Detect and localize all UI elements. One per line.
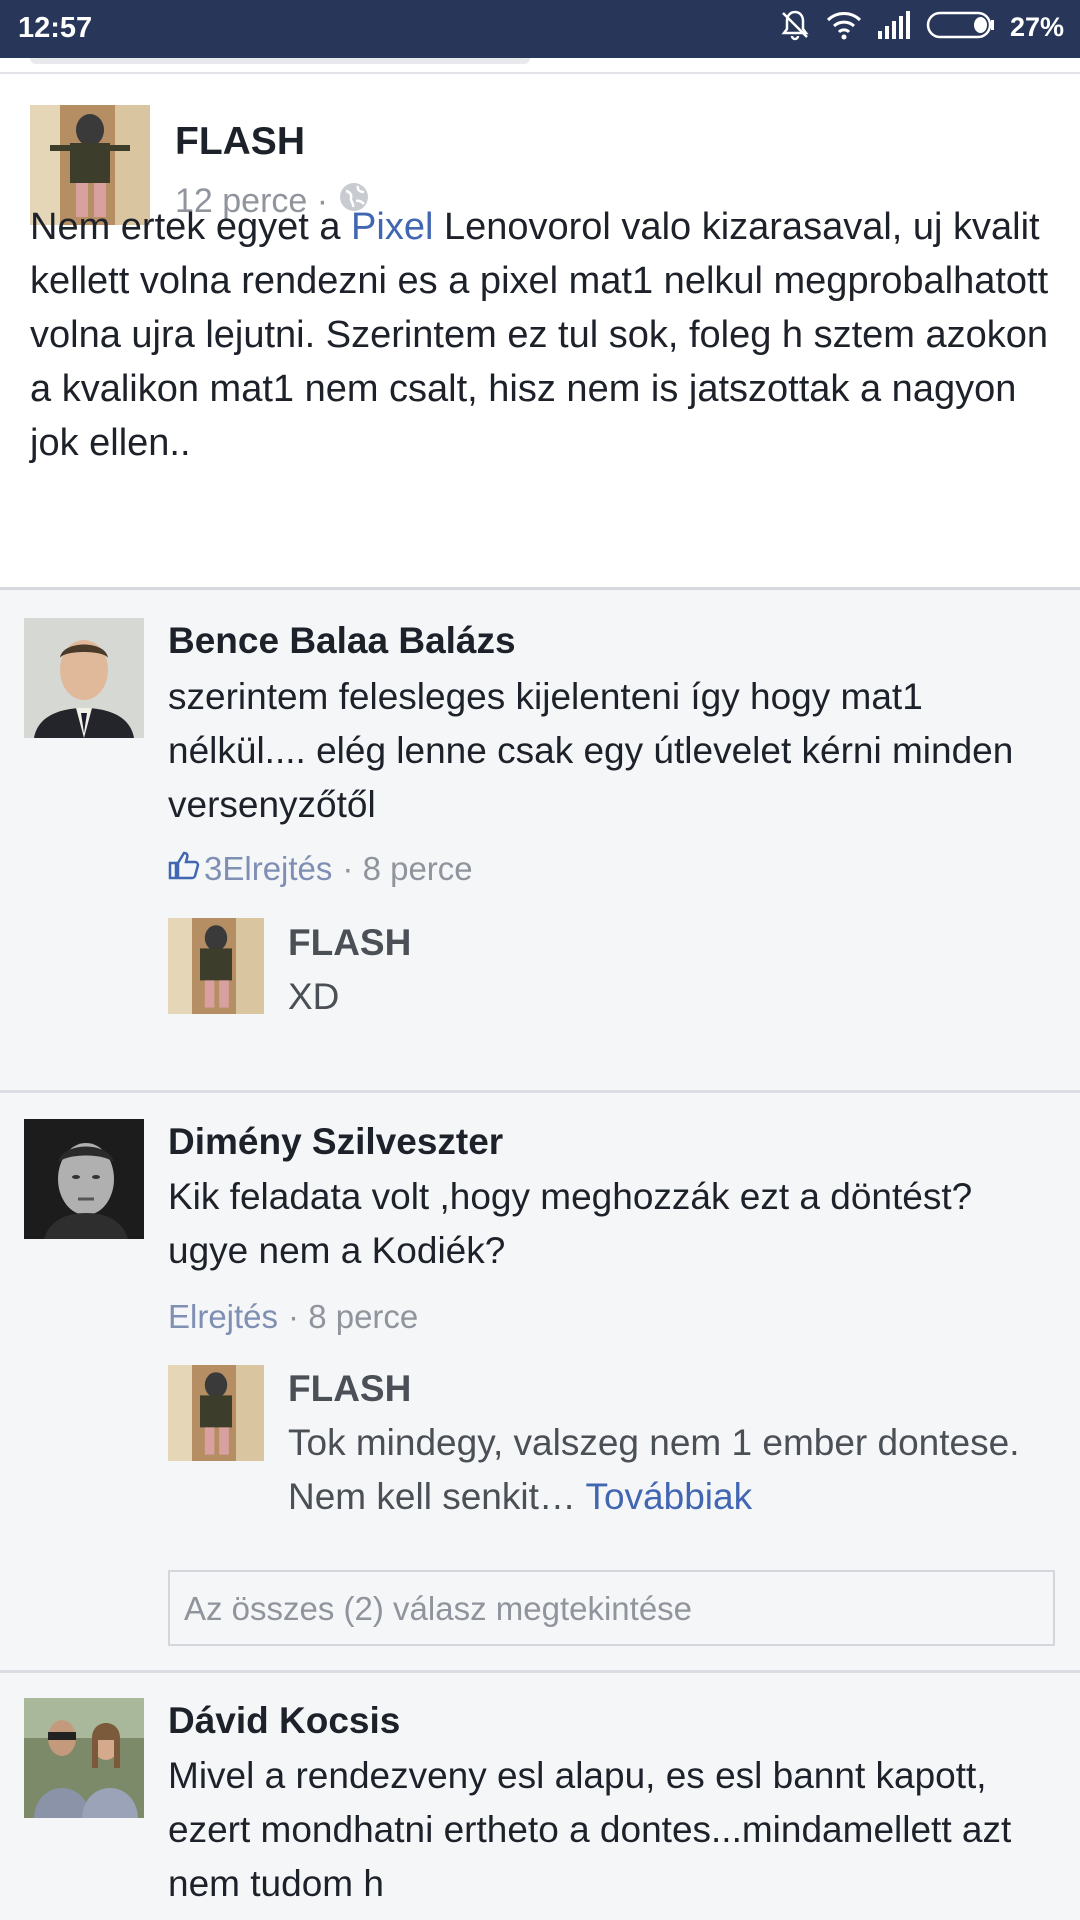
thumbs-up-icon[interactable] bbox=[168, 850, 200, 888]
post-text: Nem ertek egyet a Pixel Lenovorol valo k… bbox=[30, 200, 1060, 470]
mention-link[interactable]: Pixel bbox=[351, 206, 433, 248]
comment-avatar[interactable] bbox=[24, 618, 144, 738]
post-author[interactable]: FLASH bbox=[175, 120, 305, 164]
mute-icon bbox=[778, 8, 812, 47]
reply-author[interactable]: FLASH bbox=[288, 1368, 411, 1410]
comment-author[interactable]: Bence Balaa Balázs bbox=[168, 620, 516, 662]
comment-avatar[interactable] bbox=[24, 1119, 144, 1239]
battery-icon bbox=[926, 10, 996, 45]
wifi-icon bbox=[826, 10, 862, 45]
comment-text: Mivel a rendezveny esl alapu, es esl ban… bbox=[168, 1755, 1012, 1904]
view-all-replies-button[interactable]: Az összes (2) válasz megtekintése bbox=[168, 1570, 1055, 1646]
divider bbox=[0, 1670, 1080, 1673]
post-text-before: Nem ertek egyet a bbox=[30, 206, 352, 248]
reply-avatar[interactable] bbox=[168, 1365, 264, 1461]
like-count[interactable]: 3 bbox=[204, 850, 222, 888]
comment-avatar[interactable] bbox=[24, 1698, 144, 1818]
comment-text: szerintem felesleges kijelenteni így hog… bbox=[168, 676, 1014, 825]
signal-icon bbox=[876, 11, 912, 44]
reply-author[interactable]: FLASH bbox=[288, 922, 411, 964]
hide-link[interactable]: Elrejtés bbox=[222, 850, 332, 888]
comment-author[interactable]: Dávid Kocsis bbox=[168, 1700, 400, 1742]
divider bbox=[0, 72, 1080, 74]
comment-actions: 3 Elrejtés · 8 perce bbox=[168, 850, 473, 888]
hide-link[interactable]: Elrejtés bbox=[168, 1298, 278, 1336]
card-shadow bbox=[30, 58, 530, 64]
see-more-link[interactable]: Továbbiak bbox=[585, 1476, 752, 1517]
comment-text: Kik feladata volt ,hogy meghozzák ezt a … bbox=[168, 1176, 973, 1271]
reply-avatar[interactable] bbox=[168, 918, 264, 1014]
reply-text: XD bbox=[288, 976, 340, 1017]
comment-author[interactable]: Dimény Szilveszter bbox=[168, 1121, 503, 1163]
status-bar: 12:57 27% bbox=[0, 0, 1080, 58]
reply-text: Tok mindegy, valszeg nem 1 ember dontese… bbox=[288, 1416, 1058, 1524]
comment-time: · 8 perce bbox=[288, 1298, 419, 1335]
divider bbox=[0, 1090, 1080, 1093]
comment-time: · 8 perce bbox=[342, 850, 473, 887]
comment-actions: Elrejtés · 8 perce bbox=[168, 1298, 418, 1336]
battery-percent: 27% bbox=[1009, 12, 1064, 42]
status-time: 12:57 bbox=[18, 12, 93, 44]
